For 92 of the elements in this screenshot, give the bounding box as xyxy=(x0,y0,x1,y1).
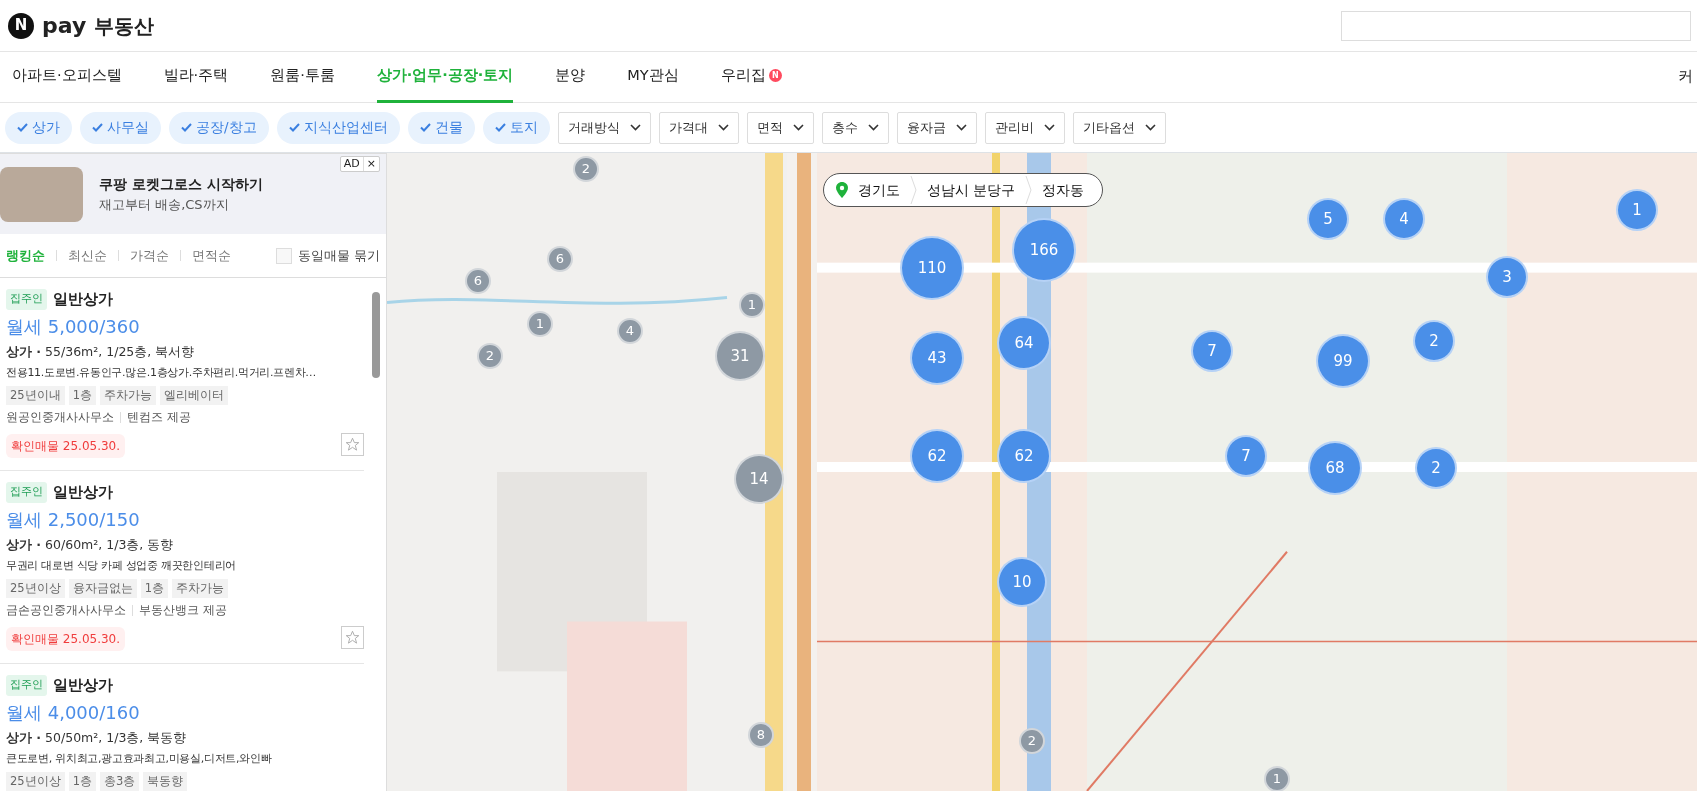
feature-tag: 25년이내 xyxy=(6,385,65,405)
listing-spec: 상가 · 50/50m², 1/3층, 북동향 xyxy=(6,728,188,747)
chevron-down-icon xyxy=(1144,124,1156,131)
check-icon xyxy=(17,123,28,132)
listing-description: 큰도로변, 위치최고,광고효과최고,미용실,디저트,와인빠 xyxy=(6,750,272,767)
filter-dropdown[interactable]: 관리비 xyxy=(984,111,1065,144)
filter-dropdown[interactable]: 거래방식 xyxy=(557,111,651,144)
nav-tab[interactable]: 커 xyxy=(1678,66,1693,88)
sort-option[interactable]: 최신순 xyxy=(68,245,107,266)
filter-chip[interactable]: 건물 xyxy=(407,111,475,144)
map-drawing[interactable] xyxy=(387,153,1697,791)
chevron-down-icon xyxy=(792,124,804,131)
listing-type[interactable]: 일반상가 xyxy=(53,288,113,311)
filter-dropdown[interactable]: 기타옵션 xyxy=(1072,111,1166,144)
chevron-right-icon xyxy=(1025,175,1033,205)
chevron-down-icon xyxy=(629,124,641,131)
filter-dropdown[interactable]: 면적 xyxy=(746,111,814,144)
ad-label: AD xyxy=(342,157,361,171)
owner-tag: 집주인 xyxy=(6,289,47,310)
location-breadcrumb[interactable]: 경기도 성남시 분당구 정자동 xyxy=(823,173,1104,207)
listing-spec: 상가 · 55/36m², 1/25층, 북서향 xyxy=(6,342,196,361)
feature-tag: 엘리베이터 xyxy=(159,385,228,405)
feature-tag: 1층 xyxy=(68,385,96,405)
feature-tag: 주차가능 xyxy=(99,385,156,405)
new-badge: N xyxy=(768,69,782,82)
feature-tag: 1층 xyxy=(68,771,96,791)
group-same-checkbox[interactable]: 동일매물 묶기 xyxy=(275,245,380,266)
data-source: 텐컴즈 제공 xyxy=(127,408,191,426)
data-source: 부동산뱅크 제공 xyxy=(139,601,227,619)
favorite-button[interactable] xyxy=(341,433,364,456)
nav-tab[interactable]: MY관심 xyxy=(627,51,679,103)
listing-description: 무권리 대로변 식당 카페 성업중 깨끗한인테리어 xyxy=(6,557,236,574)
listing-type[interactable]: 일반상가 xyxy=(53,674,113,697)
nav-tab[interactable]: 분양 xyxy=(555,51,586,103)
filter-dropdown[interactable]: 층수 xyxy=(821,111,889,144)
logo-text[interactable]: pay xyxy=(42,9,87,42)
chevron-down-icon xyxy=(867,124,879,131)
owner-tag: 집주인 xyxy=(6,482,47,503)
check-icon xyxy=(92,123,103,132)
star-icon xyxy=(345,630,360,645)
chevron-down-icon xyxy=(1043,124,1055,131)
listing-description: 전용11.도로변.유동인구.많은.1층상가.주차편리.먹거리.프렌차… xyxy=(6,364,316,381)
ad-banner[interactable]: 쿠팡 로켓그로스 시작하기 재고부터 배송,CS까지 AD × xyxy=(0,153,386,234)
filter-chip[interactable]: 상가 xyxy=(5,111,72,144)
favorite-button[interactable] xyxy=(341,626,364,649)
feature-tag: 총3층 xyxy=(99,771,140,791)
listing-type[interactable]: 일반상가 xyxy=(53,481,113,504)
sort-option[interactable]: 랭킹순 xyxy=(6,245,45,266)
verified-badge: 확인매물 25.05.30. xyxy=(6,627,126,651)
listing-spec: 상가 · 60/60m², 1/3층, 동향 xyxy=(6,535,175,554)
star-icon xyxy=(345,437,360,452)
check-icon xyxy=(288,123,300,132)
sort-option[interactable]: 가격순 xyxy=(130,245,169,266)
listing-price[interactable]: 월세 5,000/360 xyxy=(6,312,358,340)
nav-tab[interactable]: 빌라·주택 xyxy=(163,51,229,103)
check-icon xyxy=(494,123,506,132)
nav-tab[interactable]: 우리집 N xyxy=(720,51,782,103)
verified-badge: 확인매물 25.05.30. xyxy=(6,434,126,458)
chevron-right-icon xyxy=(910,175,917,205)
ad-title: 쿠팡 로켓그로스 시작하기 xyxy=(99,174,263,194)
filter-dropdown[interactable]: 가격대 xyxy=(658,111,739,144)
check-icon xyxy=(419,123,431,132)
feature-tag: 25년이상 xyxy=(6,578,65,598)
search-field[interactable] xyxy=(1341,10,1691,41)
chevron-down-icon xyxy=(955,124,967,131)
location-pin-icon xyxy=(836,182,848,198)
nav-tab[interactable]: 상가·업무·공장·토지 xyxy=(376,51,514,103)
ad-subtitle: 재고부터 배송,CS까지 xyxy=(99,195,230,214)
filter-chip[interactable]: 공장/창고 xyxy=(169,111,269,144)
chevron-down-icon xyxy=(717,124,729,131)
scrollbar-thumb[interactable] xyxy=(372,292,380,378)
check-icon xyxy=(181,123,192,132)
logo-badge[interactable]: N xyxy=(8,12,34,39)
logo-title[interactable]: 부동산 xyxy=(94,10,155,41)
feature-tag: 북동향 xyxy=(143,771,188,791)
agent-name: 금손공인중개사사무소 xyxy=(6,601,126,619)
sort-option[interactable]: 면적순 xyxy=(192,245,231,266)
listing-price[interactable]: 월세 2,500/150 xyxy=(6,505,358,533)
filter-chip[interactable]: 사무실 xyxy=(80,111,161,144)
owner-tag: 집주인 xyxy=(6,675,47,696)
nav-tab[interactable]: 원룸·투룸 xyxy=(270,51,335,103)
feature-tag: 1층 xyxy=(140,578,168,598)
agent-name: 원공인중개사사무소 xyxy=(6,408,114,426)
feature-tag: 25년이상 xyxy=(6,771,65,791)
nav-tab[interactable]: 아파트·오피스텔 xyxy=(12,51,122,103)
feature-tag: 융자금없는 xyxy=(68,578,137,598)
filter-chip[interactable]: 토지 xyxy=(482,111,550,144)
ad-close-button[interactable]: × xyxy=(362,157,379,171)
listing-price[interactable]: 월세 4,000/160 xyxy=(6,698,358,726)
feature-tag: 주차가능 xyxy=(171,578,228,598)
filter-dropdown[interactable]: 융자금 xyxy=(896,111,977,144)
filter-chip[interactable]: 지식산업센터 xyxy=(276,111,400,144)
